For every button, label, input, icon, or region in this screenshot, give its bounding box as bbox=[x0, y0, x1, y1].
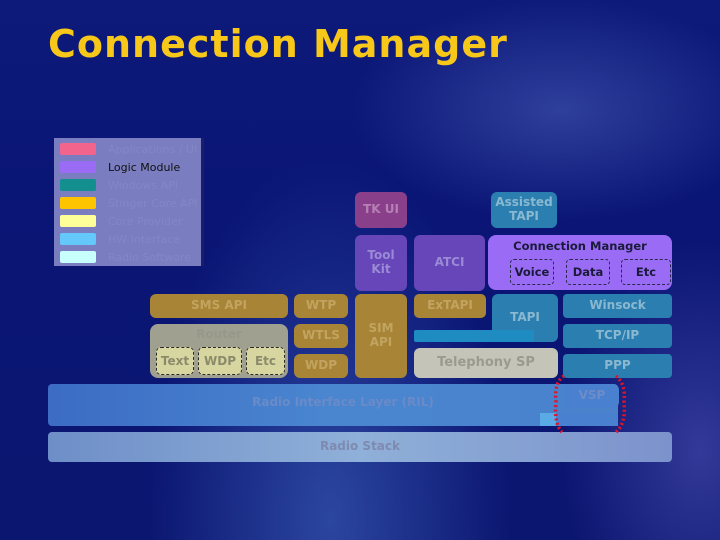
legend-label: Applications / UI bbox=[108, 142, 198, 156]
highlight-right-bracket bbox=[614, 374, 627, 434]
wtp-block: WTP bbox=[294, 294, 348, 318]
tapi-connector-bar bbox=[414, 330, 534, 342]
router-title: Router bbox=[196, 327, 242, 341]
legend-swatch bbox=[60, 215, 96, 227]
legend-item: Logic Module bbox=[60, 160, 180, 174]
etc-module: Etc bbox=[621, 259, 671, 285]
legend-item: Windows API bbox=[60, 178, 178, 192]
wdp-module: WDP bbox=[198, 347, 242, 375]
vsp-highlight-bracket bbox=[553, 374, 627, 434]
legend-swatch bbox=[60, 197, 96, 209]
legend-label: Logic Module bbox=[108, 160, 181, 174]
slide-title: Connection Manager bbox=[48, 22, 508, 66]
etc-router-module: Etc bbox=[246, 347, 285, 375]
data-module: Data bbox=[566, 259, 610, 285]
sim-api-block: SIM API bbox=[355, 294, 407, 378]
legend-item: Stinger Core API bbox=[60, 196, 197, 210]
ril-label: Radio Interface Layer (RIL) bbox=[252, 395, 434, 410]
telephony-sp-block: Telephony SP bbox=[414, 348, 558, 378]
winsock-block: Winsock bbox=[563, 294, 672, 318]
tcpip-block: TCP/IP bbox=[563, 324, 672, 348]
legend-label: Core Provider bbox=[108, 214, 183, 228]
voice-module: Voice bbox=[510, 259, 554, 285]
highlight-left-bracket bbox=[553, 374, 566, 434]
legend-item: Radio Software bbox=[60, 250, 191, 264]
legend-label: Radio Software bbox=[108, 250, 191, 264]
legend-swatch bbox=[60, 233, 96, 245]
connection-manager-block: Connection Manager Voice Data Etc bbox=[488, 235, 672, 290]
legend-item: Applications / UI bbox=[60, 142, 197, 156]
ril-block: Radio Interface Layer (RIL) bbox=[48, 384, 618, 426]
wdp-block: WDP bbox=[294, 354, 348, 378]
legend-swatch bbox=[60, 143, 96, 155]
legend-label: Windows API bbox=[108, 178, 179, 192]
legend-label: Stinger Core API bbox=[108, 196, 198, 210]
legend: Applications / UI Logic Module Windows A… bbox=[54, 138, 204, 266]
extapi-block: ExTAPI bbox=[414, 294, 486, 318]
legend-item: HW Interface bbox=[60, 232, 180, 246]
tool-kit-block: Tool Kit bbox=[355, 235, 407, 291]
legend-item: Core Provider bbox=[60, 214, 182, 228]
legend-swatch bbox=[60, 179, 96, 191]
legend-swatch bbox=[60, 251, 96, 263]
atci-block: ATCI bbox=[414, 235, 485, 291]
connection-manager-title: Connection Manager bbox=[513, 239, 647, 253]
wtls-block: WTLS bbox=[294, 324, 348, 348]
sms-api-block: SMS API bbox=[150, 294, 288, 318]
text-module: Text bbox=[156, 347, 194, 375]
assisted-tapi-block: Assisted TAPI bbox=[491, 192, 557, 228]
legend-label: HW Interface bbox=[108, 232, 180, 246]
tk-ui-block: TK UI bbox=[355, 192, 407, 228]
legend-swatch bbox=[60, 161, 96, 173]
